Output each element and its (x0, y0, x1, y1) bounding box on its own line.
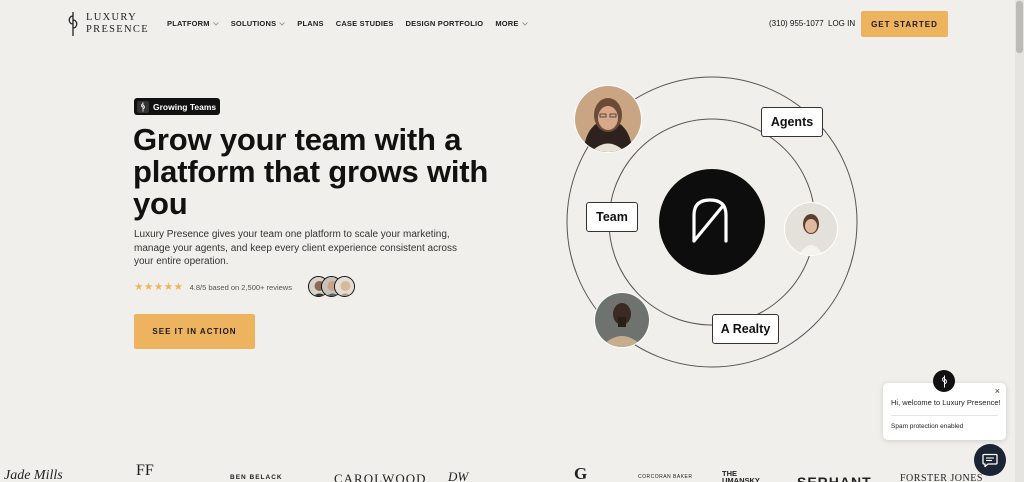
reviewer-avatars (308, 276, 356, 298)
chat-bubble-icon (982, 453, 998, 467)
get-started-button[interactable]: GET STARTED (861, 11, 948, 37)
agents-label-card: Agents (761, 107, 823, 137)
logo-text: LUXURY PRESENCE (86, 12, 149, 36)
client-logo: FF (136, 462, 154, 479)
star-rating-icon: ★★★★★ (134, 281, 184, 293)
nav-solutions-label: SOLUTIONS (230, 19, 277, 28)
nav-plans[interactable]: PLANS (297, 19, 323, 28)
badge-label: Growing Teams (153, 101, 217, 112)
scrollbar-thumb[interactable] (1016, 1, 1023, 53)
nav-design-portfolio-label: DESIGN PORTFOLIO (405, 19, 484, 28)
main-nav: PLATFORM SOLUTIONS PLANS CASE STUDIES DE… (167, 19, 528, 28)
client-logo: SERHANT (797, 474, 872, 482)
platform-hub-logo (659, 169, 765, 275)
realty-label-card: A Realty (712, 314, 779, 344)
chat-launcher-button[interactable] (974, 444, 1006, 476)
client-logo: BEN BELACK (230, 474, 283, 481)
logo-mark-icon (941, 375, 947, 387)
spam-protection-text: Spam protection enabled (891, 423, 964, 430)
logo-text-line1: LUXURY (86, 12, 137, 23)
page-scrollbar[interactable] (1015, 0, 1024, 482)
nav-design-portfolio[interactable]: DESIGN PORTFOLIO (406, 19, 484, 28)
logo-text-line2: PRESENCE (86, 24, 149, 35)
chevron-down-icon (279, 21, 286, 26)
client-logo: Jade Mills (4, 468, 63, 482)
rating-row: ★★★★★ 4.8/5 based on 2,500+ reviews (134, 281, 292, 293)
team-label-card: Team (586, 202, 638, 232)
chevron-down-icon (521, 21, 528, 26)
nav-plans-label: PLANS (297, 19, 324, 28)
client-logo: THE UMANSKY (722, 469, 760, 482)
nav-case-studies-label: CASE STUDIES (335, 19, 394, 28)
site-header: LUXURY PRESENCE PLATFORM SOLUTIONS PLANS… (0, 0, 1015, 48)
nav-case-studies[interactable]: CASE STUDIES (336, 19, 394, 28)
rating-text: 4.8/5 based on 2,500+ reviews (189, 282, 292, 292)
chat-divider (891, 415, 998, 416)
avatar (784, 202, 838, 256)
avatar (594, 292, 650, 348)
client-logo: DW (448, 469, 469, 482)
hero-title: Grow your team with a platform that grow… (133, 122, 489, 221)
chevron-down-icon (212, 21, 219, 26)
see-it-in-action-button[interactable]: SEE IT IN ACTION (134, 314, 255, 349)
client-logo: FORSTER JONES (900, 473, 983, 482)
growing-teams-badge: Growing Teams (134, 98, 221, 115)
avatar (334, 276, 355, 297)
client-logo: CAROLWOOD (334, 471, 427, 482)
login-link[interactable]: LOG IN (828, 19, 855, 28)
logo-mark-icon (137, 100, 149, 113)
nav-platform[interactable]: PLATFORM (167, 19, 219, 28)
nav-more[interactable]: MORE (495, 19, 528, 28)
client-logo: G (574, 464, 588, 482)
avatar (574, 85, 642, 153)
luxury-presence-logo[interactable]: LUXURY PRESENCE (66, 11, 149, 37)
phone-link[interactable]: (310) 955-1077 (769, 19, 824, 28)
close-icon[interactable]: × (995, 386, 1000, 396)
nav-more-label: MORE (495, 19, 519, 28)
nav-platform-label: PLATFORM (167, 19, 210, 28)
client-logo: CORCORAN BAKER (638, 474, 693, 480)
hero-subtitle: Luxury Presence gives your team one plat… (134, 229, 457, 267)
chat-agent-avatar (933, 370, 955, 392)
logo-mark-icon (68, 12, 78, 36)
nav-solutions[interactable]: SOLUTIONS (231, 19, 286, 28)
chat-welcome-text: Hi, welcome to Luxury Presence! (891, 398, 1001, 407)
